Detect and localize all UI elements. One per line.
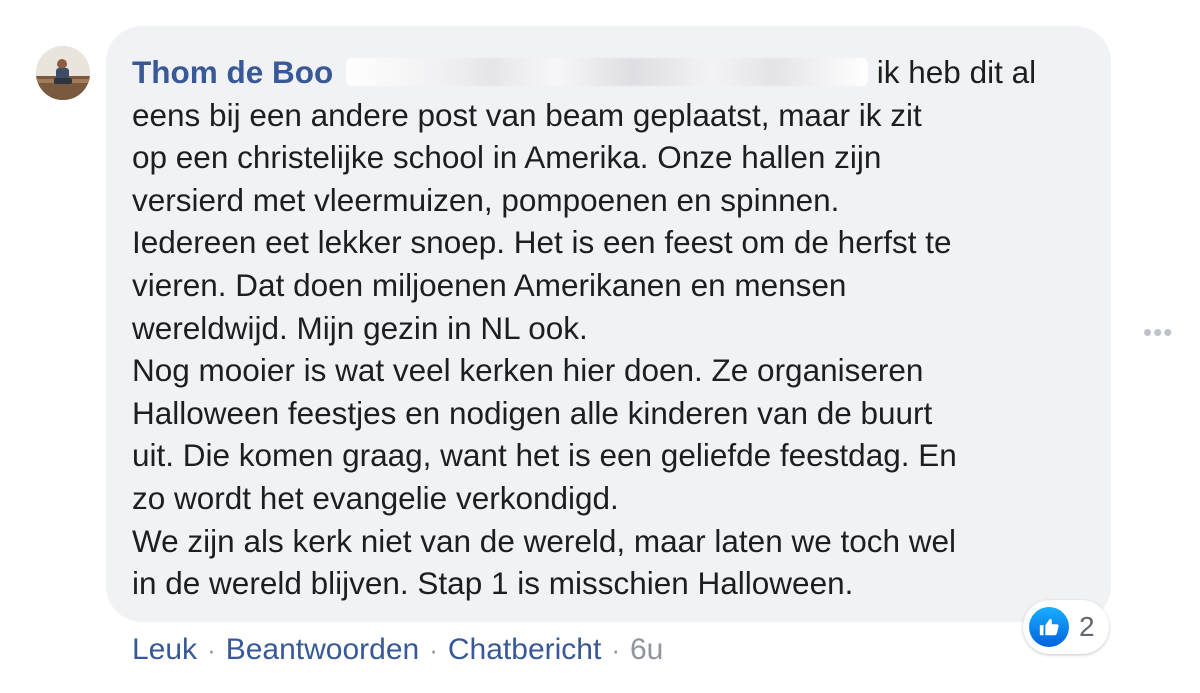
comment-timestamp[interactable]: 6u <box>630 630 663 670</box>
thumbs-up-icon <box>1029 607 1069 647</box>
comment-actions: Leuk · Beantwoorden · Chatbericht · 6u <box>132 630 663 670</box>
message-button[interactable]: Chatbericht <box>448 630 601 670</box>
more-options-icon[interactable]: ••• <box>1143 317 1173 348</box>
comment-bubble: Thom de Boo ik heb dit al eens bij een a… <box>106 26 1111 622</box>
redacted-text-block <box>346 58 868 86</box>
avatar-photo <box>36 46 90 100</box>
reply-button[interactable]: Beantwoorden <box>226 630 419 670</box>
comment-text: Thom de Boo ik heb dit al eens bij een a… <box>132 51 1085 605</box>
comment-first-line-tail: ik heb dit al <box>876 54 1037 90</box>
separator-dot: · <box>429 635 438 665</box>
reactions-summary[interactable]: 2 <box>1023 600 1109 654</box>
reaction-count: 2 <box>1079 611 1095 642</box>
comment-body: eens bij een andere post van beam geplaa… <box>132 96 957 602</box>
separator-dot: · <box>611 635 620 665</box>
avatar[interactable] <box>36 46 90 100</box>
separator-dot: · <box>207 635 216 665</box>
like-button[interactable]: Leuk <box>132 630 197 670</box>
comment-author[interactable]: Thom de Boo <box>132 54 333 90</box>
